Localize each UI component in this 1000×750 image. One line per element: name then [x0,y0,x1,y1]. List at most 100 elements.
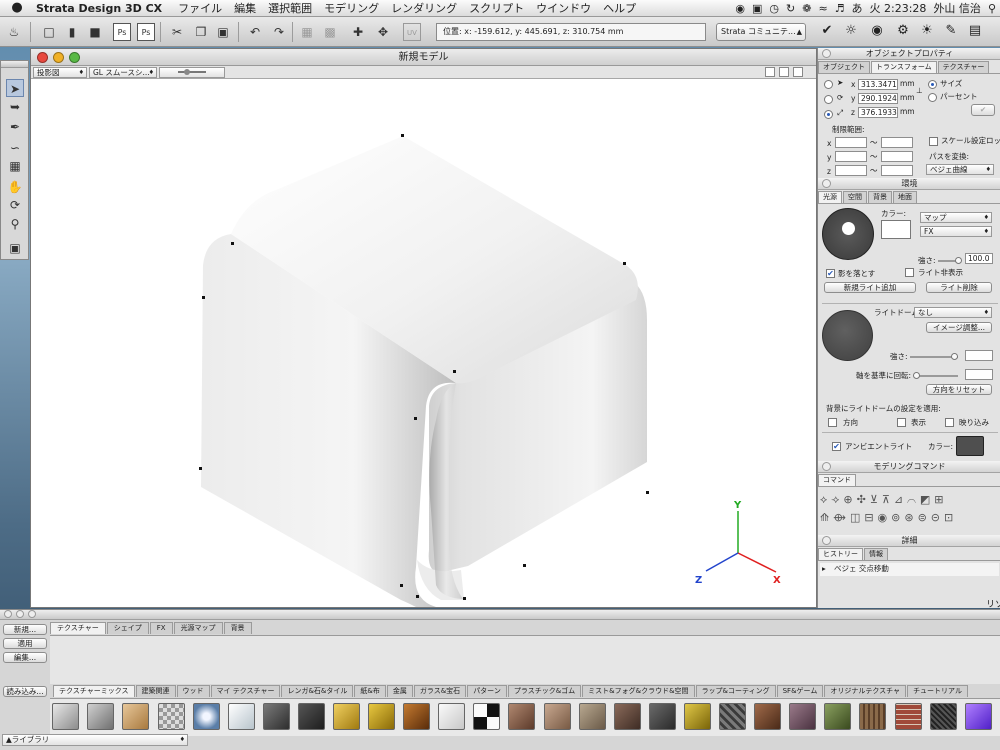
reset-direction-button[interactable]: 方向をリセット [926,384,992,395]
radio-rotation[interactable] [824,95,833,104]
status-icon[interactable]: ◉ [735,0,745,17]
view-slider[interactable] [159,67,225,78]
ambient-checkbox[interactable]: ✔ [832,442,841,451]
panel-close-icon[interactable] [822,49,831,58]
3d-viewport[interactable]: Y X Z [31,80,816,607]
map-select[interactable]: マップ ♦ [920,212,992,223]
photoshop-export-icon[interactable]: Ps [137,23,155,41]
bezier-select[interactable]: ベジェ曲線 ♦ [926,164,994,175]
cat-mist-fog[interactable]: ミスト&フォグ&クラウド&空間 [582,685,695,697]
swatch-checker-gray[interactable] [158,703,185,730]
cat-sf-game[interactable]: SF&ゲーム [776,685,824,697]
menu-app-name[interactable]: Strata Design 3D CX [30,0,172,17]
layers-icon[interactable]: ▤ [966,22,984,40]
user-name[interactable]: 外山 信治 [933,0,981,17]
env-close-icon[interactable] [822,179,831,188]
select-arrow-icon[interactable]: ➤ [6,79,24,97]
swatch-white[interactable] [438,703,465,730]
modeling-close-icon[interactable] [822,462,831,471]
swatch-slate[interactable] [649,703,676,730]
save-icon[interactable]: ■ [86,23,104,41]
spotlight-icon[interactable]: ⚲ [988,0,996,17]
scale-lock-checkbox[interactable] [929,137,938,146]
grid-icon[interactable]: ▦ [6,157,24,175]
zoom-window-icon[interactable] [69,52,80,63]
time-machine-icon[interactable]: ◷ [769,0,779,17]
render-mode-select[interactable]: GL スムースシ... ♦ [89,67,157,78]
radio-position[interactable] [824,80,833,89]
swatch-black-metal[interactable] [298,703,325,730]
new-resource-button[interactable]: 新規... [3,624,47,635]
modeling-command-icons[interactable]: ⟡⟢⊕✣⊻⊼⊿⌒◩⊞ ⟰⟴◫⊟◉⊚⊛⊜⊝⊡ [820,491,998,529]
swatch-checker-bw[interactable] [473,703,500,730]
paste-icon[interactable]: ▣ [214,23,232,41]
strength-slider-knob[interactable] [955,257,962,264]
image-adjust-button[interactable]: イメージ調整... [926,322,992,333]
cat-glass-gem[interactable]: ガラス&宝石 [413,685,467,697]
view-icon-c[interactable] [793,67,803,77]
history-row[interactable]: ▸ ベジェ 交点移動 [820,563,999,576]
volume-icon[interactable]: ♬ [835,0,845,17]
cat-paper-cloth[interactable]: 紙&布 [354,685,386,697]
projection-select[interactable]: 投影図 ♦ [33,67,87,78]
light-dome-select[interactable]: なし ♦ [914,307,992,318]
cat-metal[interactable]: 金属 [386,685,413,697]
swatch-mauve[interactable] [789,703,816,730]
swatch-cloud[interactable] [193,703,220,730]
tab-object[interactable]: オブジェクト [818,61,870,73]
swatch-chrome[interactable] [52,703,79,730]
view-icon-b[interactable] [779,67,789,77]
history-expand-icon[interactable]: ▸ [822,564,826,574]
swatch-gold-b[interactable] [368,703,395,730]
swatch-leopard[interactable] [403,703,430,730]
apply-check-button[interactable]: ✔ [971,104,995,116]
cat-brick-stone-tile[interactable]: レンガ&石&タイル [281,685,354,697]
display-checkbox[interactable] [897,418,906,427]
clock[interactable]: 火 2:23:28 [870,0,927,17]
hide-light-checkbox[interactable] [905,268,914,277]
edit-resource-button[interactable]: 編集... [3,652,47,663]
light-icon[interactable]: ☼ [842,22,860,40]
tab-light-map[interactable]: 光源マップ [173,622,223,634]
tab-shapes[interactable]: シェイプ [106,622,149,634]
bottom-close-icon[interactable] [4,610,12,618]
cat-pattern[interactable]: パターン [467,685,507,697]
minimize-icon[interactable] [53,52,64,63]
menu-rendering[interactable]: レンダリング [385,0,463,17]
apple-icon[interactable]: ● [10,1,24,15]
cat-my-texture[interactable]: マイ テクスチャー [210,685,281,697]
tab-space[interactable]: 空間 [843,191,867,203]
tab-info[interactable]: 情報 [864,548,888,560]
bucket-icon[interactable]: ♨ [5,23,23,41]
swatch-gold-a[interactable] [333,703,360,730]
new-file-icon[interactable]: □ [40,23,58,41]
display-icon[interactable]: ▣ [752,0,762,17]
swatch-diamond-plate[interactable] [719,703,746,730]
rotate-axis-slider[interactable] [914,375,958,377]
limit-x-min[interactable] [835,137,867,148]
cat-plastic-rubber[interactable]: プラスチック&ゴム [507,685,582,697]
cat-architecture[interactable]: 建築関連 [135,685,176,697]
swatch-brick-a[interactable] [508,703,535,730]
radio-scale[interactable] [824,110,833,119]
swatch-moss[interactable] [824,703,851,730]
reflect-checkbox[interactable] [945,418,954,427]
camera-tool-icon[interactable]: ▣ [6,239,24,257]
cat-tutorial[interactable]: チュートリアル [907,685,968,697]
link-icon[interactable]: ⊥ [916,86,923,96]
add-light-button[interactable]: 新規ライト追加 [824,282,916,293]
cat-wrap-coating[interactable]: ラップ&コーティング [695,685,776,697]
swatch-copper[interactable] [754,703,781,730]
move-icon[interactable]: ✚ [349,23,367,41]
menu-file[interactable]: ファイル [172,0,228,17]
swatch-silver[interactable] [87,703,114,730]
delete-light-button[interactable]: ライト削除 [926,282,992,293]
rotate-axis-knob[interactable] [913,372,920,379]
swatch-red-brick[interactable] [895,703,922,730]
limit-y-max[interactable] [881,151,913,162]
limit-y-min[interactable] [835,151,867,162]
limit-z-min[interactable] [835,165,867,176]
rotate-view-icon[interactable]: ⟳ [6,196,24,214]
close-icon[interactable] [37,52,48,63]
rotate-axis-field[interactable] [965,369,993,380]
